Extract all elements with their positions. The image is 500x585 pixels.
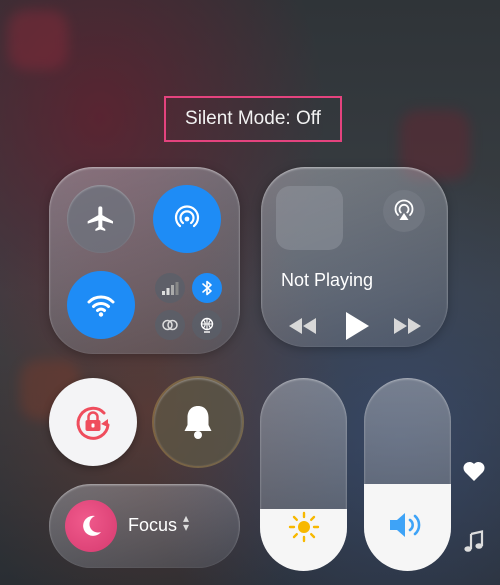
cellular-signal-icon bbox=[162, 282, 179, 295]
airplay-button[interactable] bbox=[383, 190, 425, 232]
bell-icon bbox=[184, 406, 212, 439]
album-art-placeholder bbox=[276, 186, 343, 250]
globe-icon bbox=[200, 317, 214, 333]
chevron-up-down-icon: ▴ ▾ bbox=[183, 511, 190, 534]
bluetooth-icon bbox=[202, 280, 212, 296]
heart-icon[interactable] bbox=[462, 460, 486, 482]
rewind-icon bbox=[289, 318, 316, 334]
airdrop-button[interactable] bbox=[153, 185, 221, 253]
airdrop-icon bbox=[174, 205, 200, 228]
fast-forward-button[interactable] bbox=[392, 316, 424, 341]
wifi-icon bbox=[87, 295, 115, 317]
orientation-lock-icon bbox=[76, 406, 110, 440]
background-blur bbox=[8, 10, 68, 70]
silent-mode-status: Silent Mode: Off bbox=[164, 96, 342, 142]
orientation-lock-button[interactable] bbox=[49, 378, 137, 466]
rewind-button[interactable] bbox=[286, 316, 318, 341]
fast-forward-icon bbox=[394, 318, 421, 334]
hotspot-button[interactable] bbox=[192, 310, 222, 340]
moon-icon bbox=[83, 515, 101, 536]
link-icon bbox=[162, 319, 178, 331]
volume-slider[interactable] bbox=[364, 378, 451, 571]
play-button[interactable] bbox=[343, 310, 371, 347]
airplane-mode-button[interactable] bbox=[67, 185, 135, 253]
link-button[interactable] bbox=[155, 310, 185, 340]
wifi-button[interactable] bbox=[67, 271, 135, 339]
music-note-icon[interactable] bbox=[463, 530, 485, 554]
brightness-slider[interactable] bbox=[260, 378, 347, 571]
airplane-icon bbox=[87, 206, 113, 231]
silent-mode-button[interactable] bbox=[154, 378, 242, 466]
silent-mode-label: Silent Mode: Off bbox=[185, 108, 321, 129]
sun-icon bbox=[288, 511, 320, 543]
focus-label: Focus bbox=[128, 515, 178, 535]
focus-moon-badge bbox=[65, 500, 117, 552]
cellular-button[interactable] bbox=[155, 273, 185, 303]
airplay-audio-icon bbox=[394, 199, 414, 220]
speaker-icon bbox=[390, 513, 421, 537]
bluetooth-button[interactable] bbox=[192, 273, 222, 303]
now-playing-label: Not Playing bbox=[281, 270, 374, 290]
play-icon bbox=[346, 312, 369, 340]
